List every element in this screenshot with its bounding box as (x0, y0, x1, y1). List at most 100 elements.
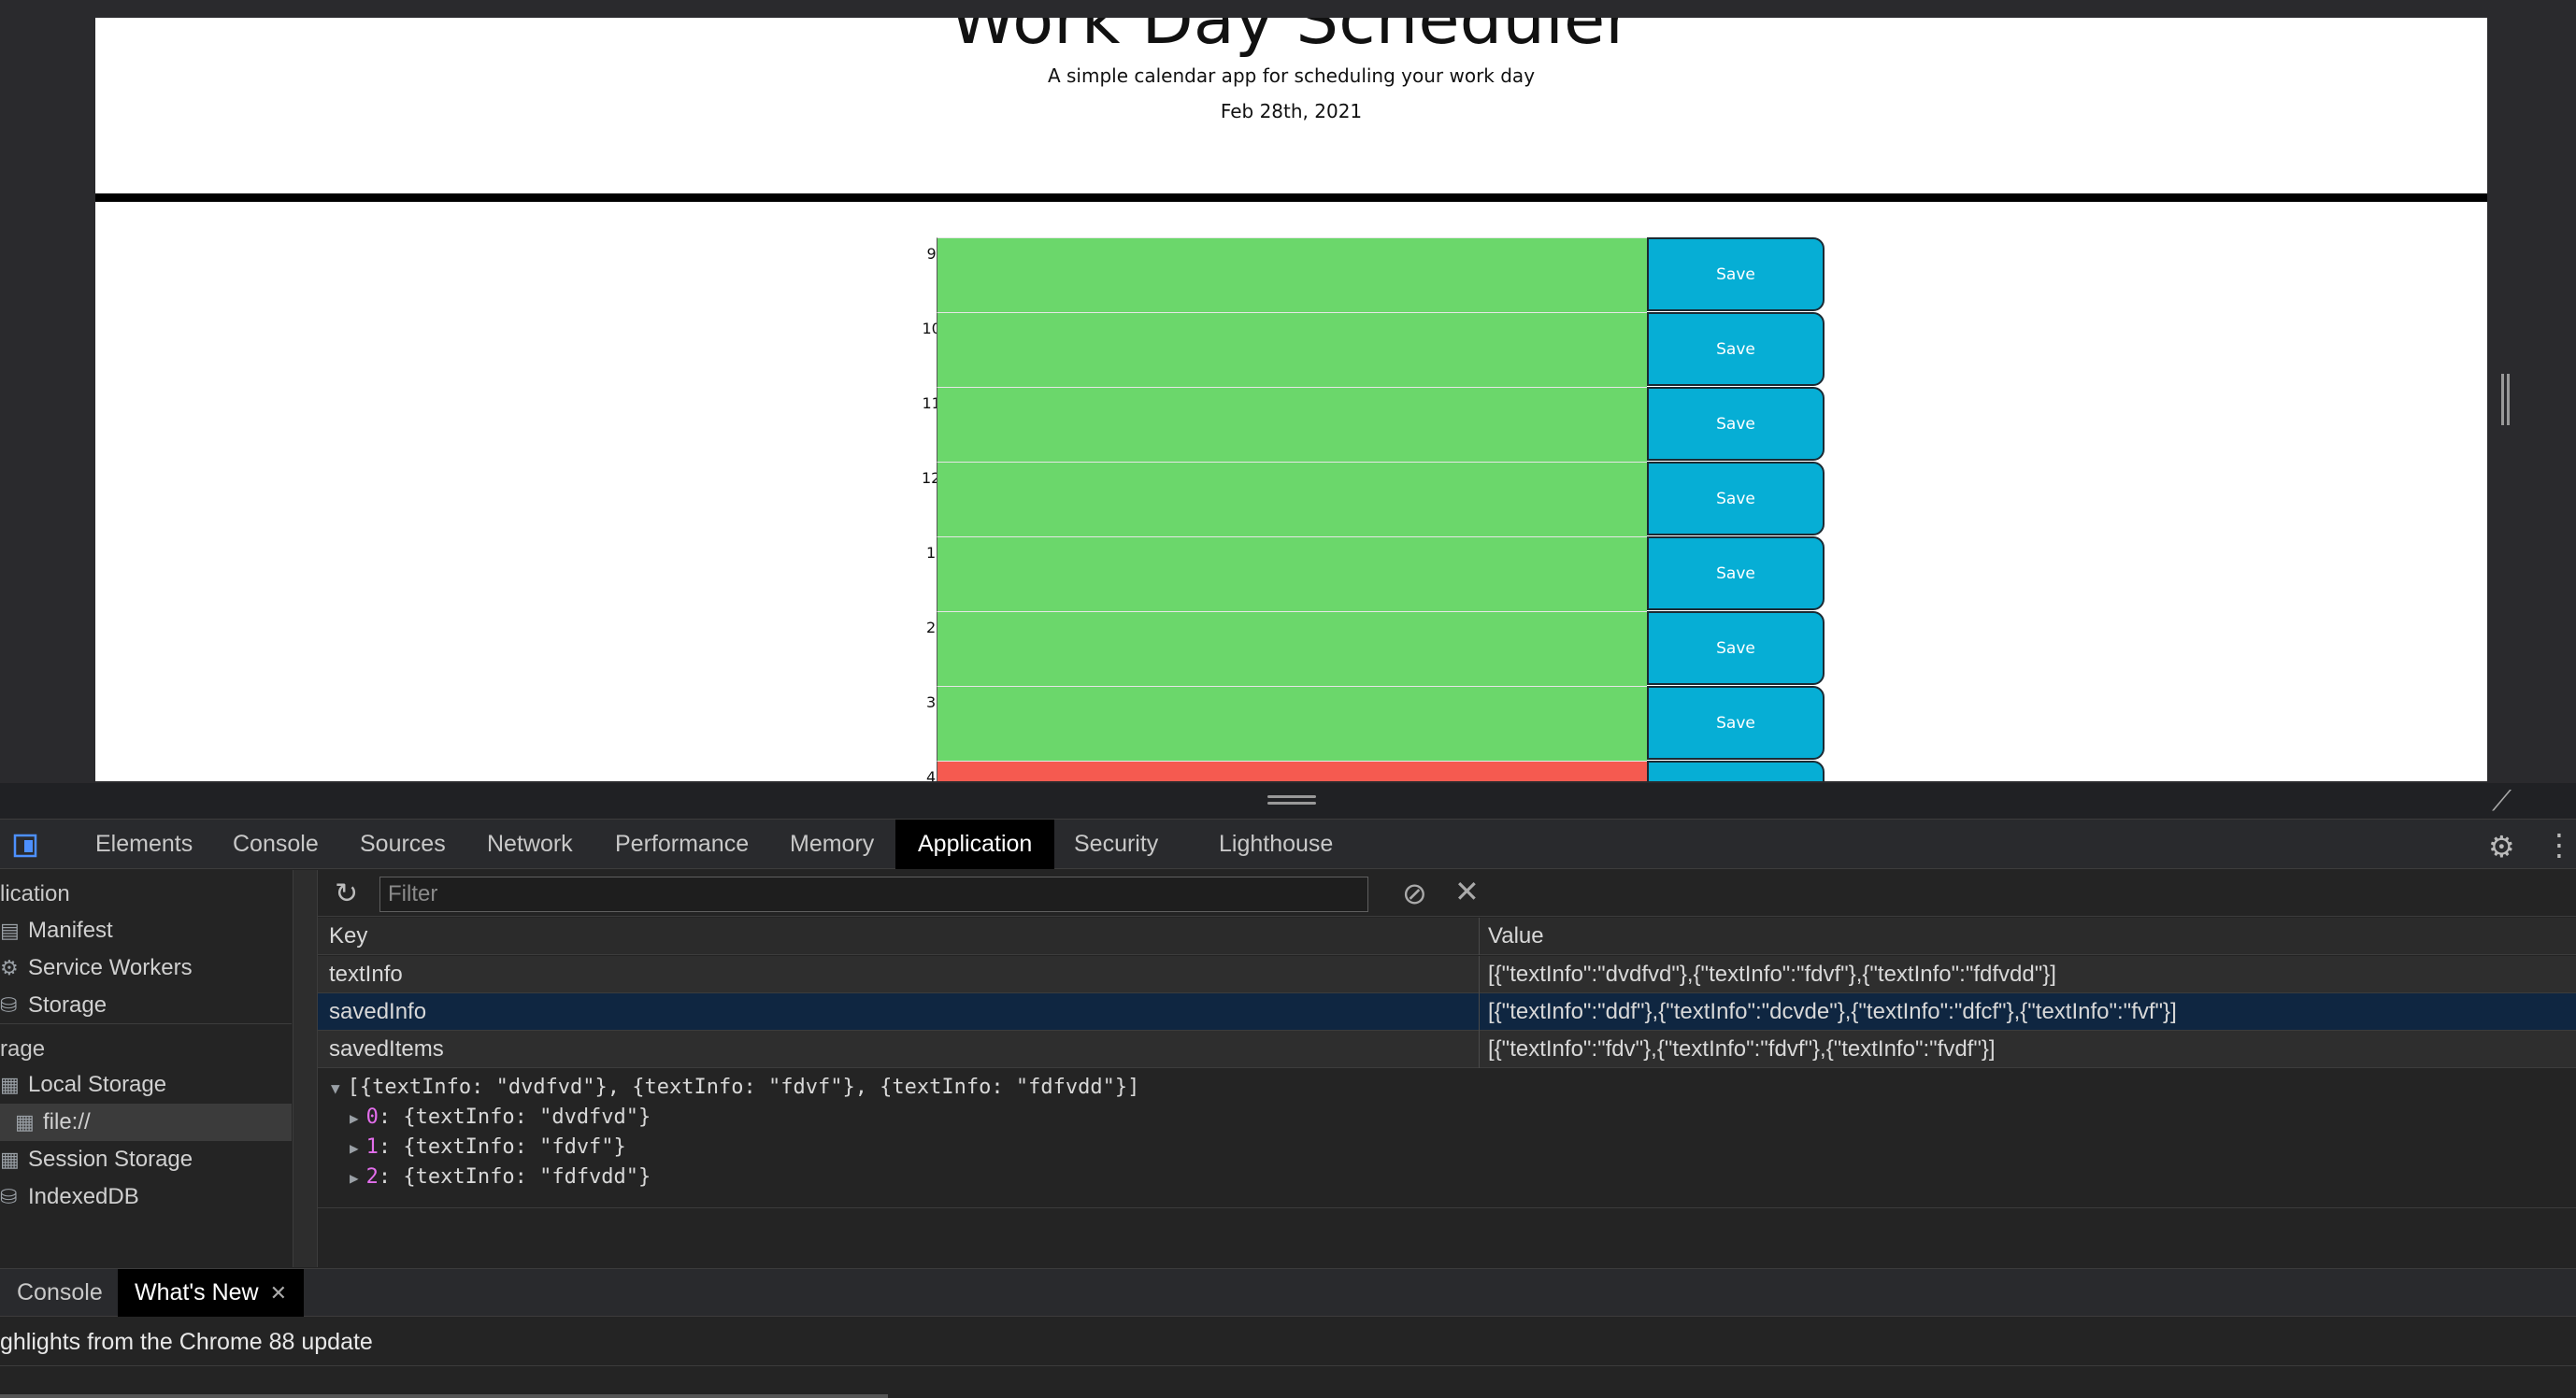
storage-value: [{"textInfo":"dvdfvd"},{"textInfo":"fdvf… (1488, 962, 2056, 987)
event-textarea[interactable] (937, 686, 1647, 761)
time-block-row: 10AMSave (95, 312, 2487, 387)
event-textarea[interactable] (937, 237, 1647, 312)
save-button[interactable]: Save (1647, 686, 1825, 760)
tab-application[interactable]: Application (895, 820, 1055, 869)
array-value: : {textInfo: "dvdfvd"} (378, 1106, 651, 1129)
tab-memory[interactable]: Memory (767, 820, 896, 869)
save-button[interactable]: Save (1647, 462, 1825, 535)
delete-selected-icon[interactable]: ✕ (1454, 874, 1480, 909)
grid-icon: ▦ (15, 1110, 35, 1134)
sidebar-item-label: file:// (43, 1109, 91, 1134)
sidebar-item-local-storage[interactable]: ▦ Local Storage (0, 1066, 292, 1104)
tab-sources[interactable]: Sources (337, 820, 468, 869)
tab-security[interactable]: Security (1052, 820, 1181, 869)
tab-lighthouse[interactable]: Lighthouse (1196, 820, 1355, 869)
sidebar-item-label: Storage (28, 992, 107, 1018)
settings-gear-icon[interactable]: ⚙ (2488, 829, 2515, 864)
array-index: 2 (365, 1165, 379, 1189)
table-row[interactable]: savedInfo [{"textInfo":"ddf"},{"textInfo"… (318, 993, 2576, 1031)
sidebar-item-label: IndexedDB (28, 1184, 139, 1209)
time-block-row: 4pmSave (95, 761, 2487, 781)
grid-icon: ▦ (0, 1148, 20, 1171)
time-block-row: 1pmSave (95, 536, 2487, 611)
storage-value: [{"textInfo":"fdv"},{"textInfo":"fdvf"},… (1488, 1036, 1996, 1062)
column-header-key[interactable]: Key (329, 918, 367, 955)
time-block-row: 3pmSave (95, 686, 2487, 761)
corner-resize-icon[interactable]: ⟋ (2492, 785, 2512, 818)
event-textarea[interactable] (937, 312, 1647, 387)
sidebar-item-indexeddb[interactable]: ⛁ IndexedDB (0, 1178, 292, 1216)
preview-item[interactable]: ▶ 1: {textInfo: "fdvf"} (350, 1135, 626, 1159)
save-button[interactable]: Save (1647, 237, 1825, 311)
save-button[interactable]: Save (1647, 536, 1825, 610)
save-button[interactable]: Save (1647, 312, 1825, 386)
sidebar-item-file[interactable]: ▦ file:// (0, 1104, 292, 1141)
page-title: Work Day Scheduler (950, 18, 1633, 59)
tab-network[interactable]: Network (465, 820, 595, 869)
devtools-resize-handle[interactable] (1267, 795, 1316, 808)
drawer-tab-label: Console (17, 1279, 103, 1305)
preview-item[interactable]: ▶ 2: {textInfo: "fdfvdd"} (350, 1165, 651, 1189)
save-button[interactable]: Save (1647, 761, 1825, 781)
header-jumbotron: Work Day Scheduler A simple calendar app… (95, 18, 2487, 193)
time-block-row: 12pmSave (95, 462, 2487, 536)
expand-triangle-icon[interactable]: ▶ (350, 1109, 359, 1127)
database-icon: ⛁ (0, 993, 18, 1017)
time-block-row: 9AMSave (95, 237, 2487, 312)
sidebar-scrollbar[interactable] (293, 870, 318, 1267)
drawer-tab-bar: Console What's New ✕ (0, 1268, 2576, 1317)
sidebar-item-session-storage[interactable]: ▦ Session Storage (0, 1141, 292, 1178)
drawer-tab-what-s-new[interactable]: What's New ✕ (118, 1269, 305, 1317)
array-value: : {textInfo: "fdvf"} (378, 1135, 626, 1159)
event-textarea[interactable] (937, 611, 1647, 686)
expand-triangle-icon[interactable]: ▶ (350, 1169, 359, 1187)
event-textarea[interactable] (937, 387, 1647, 462)
table-row[interactable]: textInfo [{"textInfo":"dvdfvd"},{"textInf… (318, 956, 2576, 993)
storage-pane: ↻ ⊘ ✕ Key Value textInfo [{"textInfo":"dv… (318, 870, 2576, 1267)
table-row[interactable]: savedItems [{"textInfo":"fdv"},{"textInfo… (318, 1031, 2576, 1068)
save-button[interactable]: Save (1647, 611, 1825, 685)
preview-root[interactable]: ▼ [{textInfo: "dvdfvd"}, {textInfo: "fdvf… (331, 1076, 1139, 1099)
gear-icon: ⚙ (0, 956, 19, 979)
side-resize-handle[interactable] (2501, 374, 2514, 425)
expand-triangle-icon[interactable]: ▶ (350, 1139, 359, 1157)
array-index: 1 (365, 1135, 379, 1159)
sidebar-item-manifest[interactable]: ▤ Manifest (0, 912, 292, 949)
sidebar-divider (0, 1023, 292, 1024)
array-index: 0 (365, 1106, 379, 1129)
column-divider (1479, 956, 1480, 993)
close-icon[interactable]: ✕ (270, 1281, 287, 1305)
storage-value: [{"textInfo":"ddf"},{"textInfo":"dcvde"}… (1488, 999, 2177, 1024)
drawer-tab-console[interactable]: Console (0, 1269, 120, 1317)
column-divider (1479, 1031, 1480, 1068)
expand-triangle-icon[interactable]: ▼ (331, 1079, 340, 1097)
more-options-icon[interactable]: ⋮ (2544, 827, 2574, 863)
event-textarea[interactable] (937, 462, 1647, 536)
column-header-value[interactable]: Value (1488, 918, 1544, 955)
page-subtitle: A simple calendar app for scheduling you… (1047, 64, 1536, 87)
storage-key: savedInfo (329, 999, 427, 1024)
sidebar-item-storage[interactable]: ⛁ Storage (0, 987, 292, 1024)
refresh-icon[interactable]: ↻ (335, 877, 358, 910)
devtools-panel: Elements Console Sources Network Performance… (0, 819, 2576, 1398)
event-textarea[interactable] (937, 761, 1647, 781)
event-textarea[interactable] (937, 536, 1647, 611)
filter-input[interactable] (379, 877, 1368, 912)
clear-all-icon[interactable]: ⊘ (1402, 876, 1427, 911)
time-block-row: 2pmSave (95, 611, 2487, 686)
column-divider (1479, 993, 1480, 1031)
storage-key: textInfo (329, 962, 403, 987)
current-date: Feb 28th, 2021 (1220, 100, 1363, 122)
devtools-tab-bar: Elements Console Sources Network Performance… (0, 819, 2576, 869)
tab-performance[interactable]: Performance (593, 820, 771, 869)
device-toolbar-icon[interactable] (11, 832, 39, 860)
document-icon: ▤ (0, 919, 20, 942)
drawer-scrollbar[interactable] (0, 1394, 888, 1398)
storage-toolbar: ↻ ⊘ ✕ (318, 870, 2576, 917)
tab-console[interactable]: Console (210, 820, 341, 869)
preview-item[interactable]: ▶ 0: {textInfo: "dvdfvd"} (350, 1106, 651, 1129)
save-button[interactable]: Save (1647, 387, 1825, 461)
sidebar-section-application: lication (0, 881, 70, 906)
tab-elements[interactable]: Elements (73, 820, 215, 869)
sidebar-item-service-workers[interactable]: ⚙ Service Workers (0, 949, 292, 987)
